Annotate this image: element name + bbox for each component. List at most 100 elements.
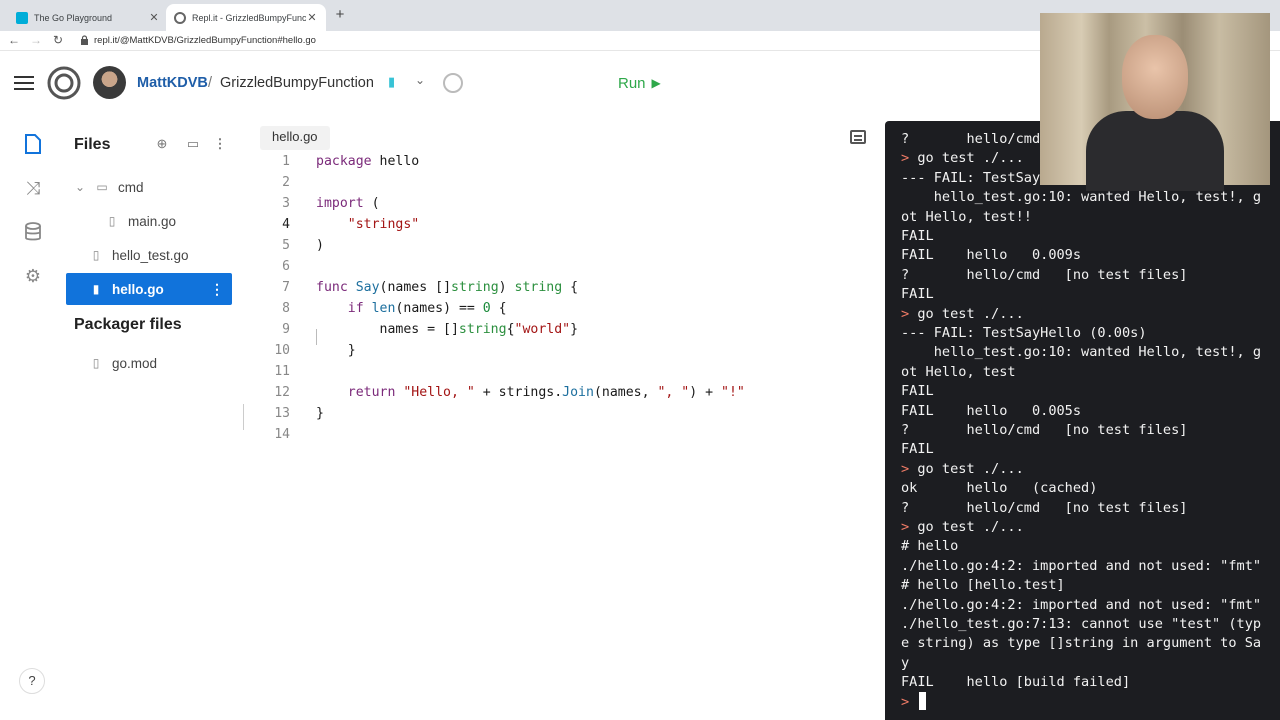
side-rail: ⤨ ⚙ xyxy=(0,116,66,720)
file-row-main-go[interactable]: ▯ main.go xyxy=(66,205,232,237)
help-button[interactable]: ? xyxy=(19,668,45,694)
new-file-icon[interactable]: ⊕ xyxy=(154,136,170,152)
language-icon: ▮ xyxy=(388,74,396,89)
layout-icon[interactable] xyxy=(850,130,866,144)
file-row-hello-test-go[interactable]: ▯ hello_test.go xyxy=(66,239,232,271)
chevron-down-icon[interactable]: ⌄ xyxy=(415,73,425,87)
gopher-favicon-icon xyxy=(16,11,28,24)
line-number: 3 xyxy=(282,196,290,211)
line-number: 6 xyxy=(282,259,290,274)
terminal-line: # hello [hello.test] xyxy=(901,577,1065,594)
chevron-down-icon: ⌄ xyxy=(74,180,86,194)
line-number: 1 xyxy=(282,154,290,169)
code-line: } xyxy=(316,406,324,421)
history-icon[interactable] xyxy=(443,73,463,93)
terminal-line: y xyxy=(901,654,910,671)
line-number: 8 xyxy=(282,301,290,316)
line-number: 5 xyxy=(282,238,290,253)
code-line: import ( xyxy=(316,196,380,211)
avatar[interactable] xyxy=(93,66,126,99)
code-line: if len(names) == 0 { xyxy=(347,301,507,316)
close-icon[interactable]: ✕ xyxy=(306,11,318,24)
terminal-line: ot Hello, test!! xyxy=(901,208,1032,225)
back-arrow-icon[interactable]: ← xyxy=(6,33,22,47)
terminal-line: FAIL xyxy=(901,441,934,458)
console-terminal[interactable]: ? hello/cmd > go test ./... --- FAIL: Test… xyxy=(885,121,1280,720)
editor-tab-hello-go[interactable]: hello.go xyxy=(260,126,330,150)
terminal-line: ? hello/cmd [no test files] xyxy=(901,266,1188,283)
file-row-go-mod[interactable]: ▯ go.mod xyxy=(66,347,232,379)
terminal-line: FAIL xyxy=(901,286,934,303)
terminal-line: > go test ./... xyxy=(901,150,1024,167)
browser-tab-replit[interactable]: Repl.it - GrizzledBumpyFuncti ✕ xyxy=(166,4,326,31)
project-name[interactable]: GrizzledBumpyFunction xyxy=(220,75,374,91)
settings-gear-icon[interactable]: ⚙ xyxy=(20,266,46,290)
tab-title: Repl.it - GrizzledBumpyFuncti xyxy=(192,12,306,23)
file-icon: ▮ xyxy=(92,282,100,296)
files-title: Files xyxy=(74,136,111,153)
terminal-line: ? hello/cmd [no test files] xyxy=(901,499,1188,516)
line-number: 14 xyxy=(274,427,290,442)
terminal-line: ./hello.go:4:2: imported and not used: "… xyxy=(901,557,1262,574)
line-number: 11 xyxy=(274,364,290,379)
webcam-overlay xyxy=(1040,13,1270,191)
terminal-line: > go test ./... xyxy=(901,460,1024,477)
terminal-line: ? hello/cmd [no test files] xyxy=(901,422,1188,438)
packager-files-title: Packager files xyxy=(74,316,182,333)
terminal-line: ot Hello, test xyxy=(901,363,1016,380)
code-line: names = []string{"world"} xyxy=(316,322,579,337)
terminal-line: --- FAIL: TestSayHello (0.00s) xyxy=(901,325,1147,341)
new-folder-icon[interactable]: ▭ xyxy=(185,136,201,152)
code-editor[interactable]: hello.go package hello import ( "strings… xyxy=(244,116,866,720)
folder-row-cmd[interactable]: ⌄ ▭ cmd xyxy=(66,171,232,203)
presenter-head xyxy=(1122,35,1188,119)
terminal-line: ? hello/cmd xyxy=(901,131,1041,147)
tab-title: The Go Playground xyxy=(34,12,113,23)
code-line: return "Hello, " + strings.Join(names, "… xyxy=(347,385,745,400)
file-label: go.mod xyxy=(112,355,158,371)
code-line: package hello xyxy=(316,154,420,169)
url-field[interactable]: repl.it/@MattKDVB/GrizzledBumpyFunction#… xyxy=(94,35,316,46)
line-number: 12 xyxy=(274,385,290,400)
presenter-body xyxy=(1086,111,1224,191)
line-number: 4 xyxy=(282,217,290,232)
terminal-line: FAIL xyxy=(901,228,934,244)
files-panel: Files ⊕ ▭ ⋮ ⌄ ▭ cmd ▯ main.go ▯ hello_te… xyxy=(66,116,244,720)
terminal-line: # hello xyxy=(901,538,959,555)
version-control-icon[interactable]: ⤨ xyxy=(20,178,46,202)
file-icon: ▯ xyxy=(92,356,100,370)
more-options-icon[interactable]: ⋮ xyxy=(212,136,228,152)
terminal-line: > go test ./... xyxy=(901,305,1024,322)
terminal-line: ok hello (cached) xyxy=(901,480,1098,497)
terminal-line: FAIL hello [build failed] xyxy=(901,674,1131,691)
run-button[interactable]: Run ▶ xyxy=(608,71,671,95)
replit-logo-icon[interactable] xyxy=(47,66,81,100)
more-options-icon[interactable]: ⋮ xyxy=(210,281,224,298)
terminal-line: e string) as type []string in argument t… xyxy=(901,635,1262,652)
terminal-line: > xyxy=(901,693,910,710)
browser-tab-go-playground[interactable]: The Go Playground ✕ xyxy=(8,4,168,31)
close-icon[interactable]: ✕ xyxy=(148,11,160,24)
reload-icon[interactable]: ↻ xyxy=(50,33,66,47)
files-icon[interactable] xyxy=(20,134,46,158)
line-number: 10 xyxy=(274,343,290,358)
code-line: } xyxy=(316,343,356,358)
line-number: 7 xyxy=(282,280,290,295)
code-line: "strings" xyxy=(347,217,420,232)
database-icon[interactable] xyxy=(20,222,46,246)
repl-header: MattKDVB / GrizzledBumpyFunction ▮ ⌄ Run… xyxy=(0,52,1040,116)
forward-arrow-icon[interactable]: → xyxy=(28,33,44,47)
terminal-line: ./hello.go:4:2: imported and not used: "… xyxy=(901,596,1262,613)
new-tab-button[interactable]: + xyxy=(332,6,348,23)
file-icon: ▯ xyxy=(92,248,100,262)
file-row-hello-go[interactable]: ▮ hello.go ⋮ xyxy=(66,273,232,305)
line-number: 9 xyxy=(282,322,290,337)
terminal-line: > go test ./... xyxy=(901,519,1024,535)
hamburger-menu-icon[interactable] xyxy=(14,76,34,90)
username-link[interactable]: MattKDVB xyxy=(137,75,208,91)
folder-icon: ▭ xyxy=(96,180,108,194)
terminal-cursor xyxy=(919,692,926,710)
file-label: cmd xyxy=(118,179,144,195)
code-line: func Say(names []string) string { xyxy=(316,280,579,295)
terminal-line: --- FAIL: TestSayHe xyxy=(901,169,1057,186)
